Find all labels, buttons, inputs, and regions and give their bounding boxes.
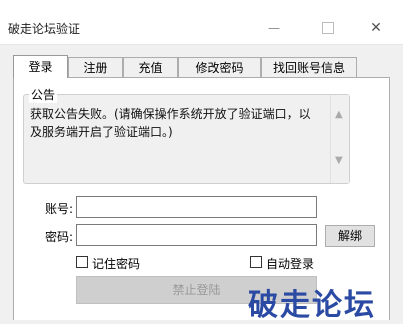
scroll-down-icon[interactable]: ▼: [335, 155, 343, 166]
announcement-scrollbar[interactable]: ▲ ▼: [330, 95, 349, 183]
auto-login-checkbox[interactable]: [250, 256, 262, 268]
minimize-button[interactable]: —: [266, 20, 282, 36]
auto-login-label[interactable]: 自动登录: [266, 255, 314, 272]
scroll-up-icon[interactable]: ▲: [335, 109, 343, 120]
password-input[interactable]: [76, 224, 317, 246]
unbind-button[interactable]: 解绑: [325, 225, 375, 247]
password-label: 密码:: [45, 230, 74, 244]
tab-login[interactable]: 登录: [13, 55, 68, 78]
login-window: 破走论坛验证 — ✕ 登录 注册 充值 修改密码 找回账号信息 公告 获取公告失…: [0, 0, 403, 323]
tab-register[interactable]: 注册: [68, 57, 123, 77]
close-button[interactable]: ✕: [368, 20, 384, 36]
account-input[interactable]: [76, 196, 317, 218]
tab-recharge[interactable]: 充值: [123, 57, 178, 77]
announcement-group: 公告 获取公告失败。(请确保操作系统开放了验证端口，以及服务端开启了验证端口。)…: [23, 86, 350, 184]
window-title: 破走论坛验证: [8, 22, 81, 36]
tab-recover-account[interactable]: 找回账号信息: [261, 57, 357, 77]
announcement-legend: 公告: [29, 86, 58, 103]
announcement-text: 获取公告失败。(请确保操作系统开放了验证端口，以及服务端开启了验证端口。): [30, 107, 311, 139]
tab-change-password[interactable]: 修改密码: [178, 57, 261, 77]
maximize-button[interactable]: [322, 22, 334, 34]
remember-password-checkbox[interactable]: [76, 256, 88, 268]
tab-bar: 登录 注册 充值 修改密码 找回账号信息: [13, 55, 403, 78]
title-bar[interactable]: 破走论坛验证 — ✕: [0, 0, 403, 45]
remember-password-label[interactable]: 记住密码: [92, 255, 140, 272]
account-label: 账号:: [45, 202, 74, 216]
brand-watermark: 破走论坛: [248, 288, 376, 323]
